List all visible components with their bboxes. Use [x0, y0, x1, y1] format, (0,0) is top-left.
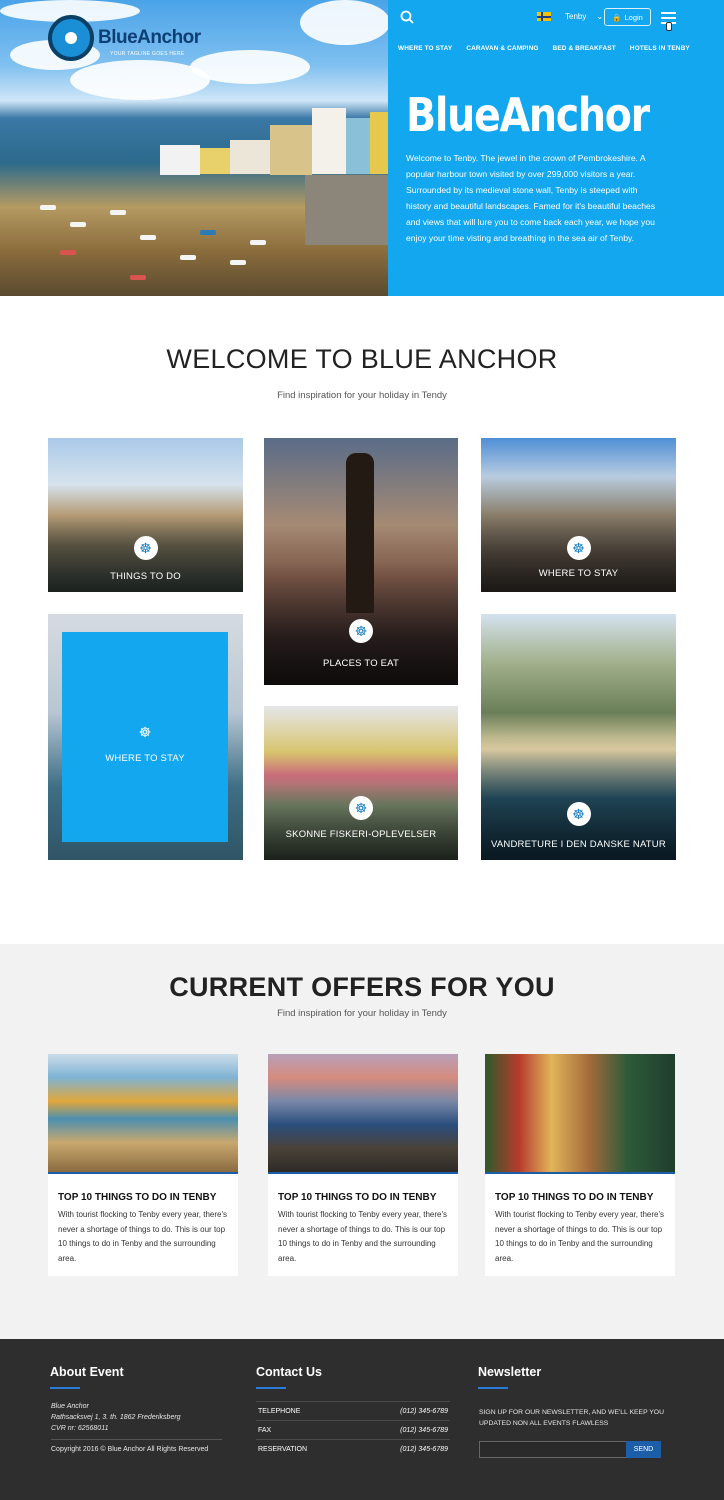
tile-fishing-experiences[interactable]: ☸ SKONNE FISKERI-OPLEVELSER	[264, 706, 458, 860]
ship-wheel-icon	[48, 15, 94, 61]
site-logo[interactable]: BlueAnchor YOUR TAGLINE GOES HERE	[48, 15, 201, 65]
about-name: Blue Anchor	[51, 1403, 89, 1410]
ship-wheel-icon: ☸	[138, 723, 152, 740]
welcome-subtitle: Find inspiration for your holiday in Ten…	[277, 390, 447, 401]
ship-wheel-icon: ☸	[349, 619, 373, 643]
contact-row-telephone: TELEPHONE (012) 345-6789	[256, 1401, 450, 1420]
offer-card[interactable]: TOP 10 THINGS TO DO IN TENBY With touris…	[268, 1054, 458, 1276]
offer-text: With tourist flocking to Tenby every yea…	[58, 1210, 228, 1263]
contact-heading: Contact Us	[256, 1365, 322, 1379]
nav-where-to-stay[interactable]: WHERE TO STAY	[398, 45, 452, 52]
login-label: Login	[624, 12, 643, 22]
nav-caravan-camping[interactable]: CARAVAN & CAMPING	[466, 45, 538, 52]
heading-underline	[478, 1387, 508, 1389]
offer-image	[268, 1054, 458, 1174]
login-button[interactable]: 🔒 Login	[604, 8, 651, 26]
nav-hotels-in-tenby[interactable]: HOTELS IN TENBY	[630, 45, 690, 52]
hero-intro-text: Welcome to Tenby. The jewel in the crown…	[406, 153, 656, 243]
heading-underline	[256, 1387, 286, 1389]
newsletter-email-input[interactable]	[479, 1441, 627, 1458]
offer-title[interactable]: TOP 10 THINGS TO DO IN TENBY	[58, 1192, 216, 1203]
contact-value[interactable]: (012) 345-6789	[400, 1446, 448, 1453]
logo-tagline: YOUR TAGLINE GOES HERE	[110, 51, 185, 57]
tile-places-to-eat[interactable]: ☸ PLACES TO EAT	[264, 438, 458, 685]
chevron-down-icon: ⌄	[596, 12, 604, 21]
tile-label: THINGS TO DO	[110, 571, 181, 582]
about-address: Blue Anchor Rathsacksvej 1, 3. th. 1862 …	[51, 1401, 181, 1434]
logo-text: BlueAnchor	[98, 27, 201, 48]
tile-where-to-stay[interactable]: ☸ WHERE TO STAY	[481, 438, 676, 592]
offer-image	[485, 1054, 675, 1174]
welcome-title: WELCOME TO BLUE ANCHOR	[166, 344, 558, 374]
newsletter-heading: Newsletter	[478, 1365, 542, 1379]
hero-panel: Tenby ⌄ 🔒 Login WHERE TO STAY CARAVAN & …	[388, 0, 724, 296]
about-street: Rathsacksvej 1, 3. th. 1862 Frederiksber…	[51, 1414, 181, 1421]
offer-text: With tourist flocking to Tenby every yea…	[495, 1210, 665, 1263]
offer-card[interactable]: TOP 10 THINGS TO DO IN TENBY With touris…	[485, 1054, 675, 1276]
contact-label: RESERVATION	[258, 1445, 308, 1453]
contact-row-reservation: RESERVATION (012) 345-6789	[256, 1439, 450, 1458]
offer-card[interactable]: TOP 10 THINGS TO DO IN TENBY With touris…	[48, 1054, 238, 1276]
tile-things-to-do[interactable]: ☸ THINGS TO DO	[48, 438, 243, 592]
tile-label: WHERE TO STAY	[538, 568, 619, 579]
offers-title: CURRENT OFFERS FOR YOU	[169, 972, 555, 1002]
nav-bed-breakfast[interactable]: BED & BREAKFAST	[553, 45, 616, 52]
offers-subtitle: Find inspiration for your holiday in Ten…	[277, 1008, 447, 1019]
tile-hover-panel: ☸ WHERE TO STAY	[62, 632, 228, 842]
swedish-flag-icon	[537, 12, 551, 21]
about-heading: About Event	[50, 1365, 124, 1379]
footer: About Event Blue Anchor Rathsacksvej 1, …	[0, 1339, 724, 1500]
contact-label: FAX	[258, 1426, 272, 1434]
mouse-cursor	[666, 22, 672, 31]
language-selector[interactable]: Tenby ⌄	[537, 12, 603, 21]
lock-icon: 🔒	[612, 12, 622, 22]
tile-label: WHERE TO STAY	[105, 753, 185, 764]
contact-label: TELEPHONE	[258, 1407, 301, 1415]
tile-nature-hikes[interactable]: ☸ VANDRETURE I DEN DANSKE NATUR	[481, 614, 676, 860]
send-button[interactable]: SEND	[626, 1441, 661, 1458]
ship-wheel-icon: ☸	[566, 536, 591, 560]
contact-row-fax: FAX (012) 345-6789	[256, 1420, 450, 1439]
search-icon[interactable]	[400, 10, 414, 24]
offer-text: With tourist flocking to Tenby every yea…	[278, 1210, 448, 1263]
ship-wheel-icon: ☸	[566, 802, 591, 826]
heading-underline	[50, 1387, 80, 1389]
tile-label: VANDRETURE I DEN DANSKE NATUR	[491, 839, 666, 850]
hero: BlueAnchor YOUR TAGLINE GOES HERE Tenby …	[0, 0, 724, 296]
contact-value[interactable]: (012) 345-6789	[400, 1408, 448, 1415]
newsletter-text: SIGN UP FOR OUR NEWSLETTER, AND WE'LL KE…	[479, 1409, 664, 1427]
offer-title[interactable]: TOP 10 THINGS TO DO IN TENBY	[278, 1192, 436, 1203]
contact-value[interactable]: (012) 345-6789	[400, 1427, 448, 1434]
tile-label: SKONNE FISKERI-OPLEVELSER	[285, 829, 437, 840]
language-label: Tenby	[565, 12, 587, 21]
tile-label: PLACES TO EAT	[323, 658, 399, 669]
offer-image	[48, 1054, 238, 1174]
copyright: Copyright 2016 © Blue Anchor All Rights …	[51, 1446, 209, 1453]
tile-where-to-stay-highlighted[interactable]: ☸ WHERE TO STAY	[48, 614, 243, 860]
divider	[51, 1439, 222, 1440]
offer-title[interactable]: TOP 10 THINGS TO DO IN TENBY	[495, 1192, 653, 1203]
ship-wheel-icon: ☸	[133, 536, 158, 560]
ship-wheel-icon: ☸	[349, 796, 373, 820]
hero-title: BlueAnchor	[406, 88, 650, 142]
about-cvr: CVR nr: 62568011	[51, 1425, 109, 1432]
main-nav: WHERE TO STAY CARAVAN & CAMPING BED & BR…	[398, 45, 690, 52]
